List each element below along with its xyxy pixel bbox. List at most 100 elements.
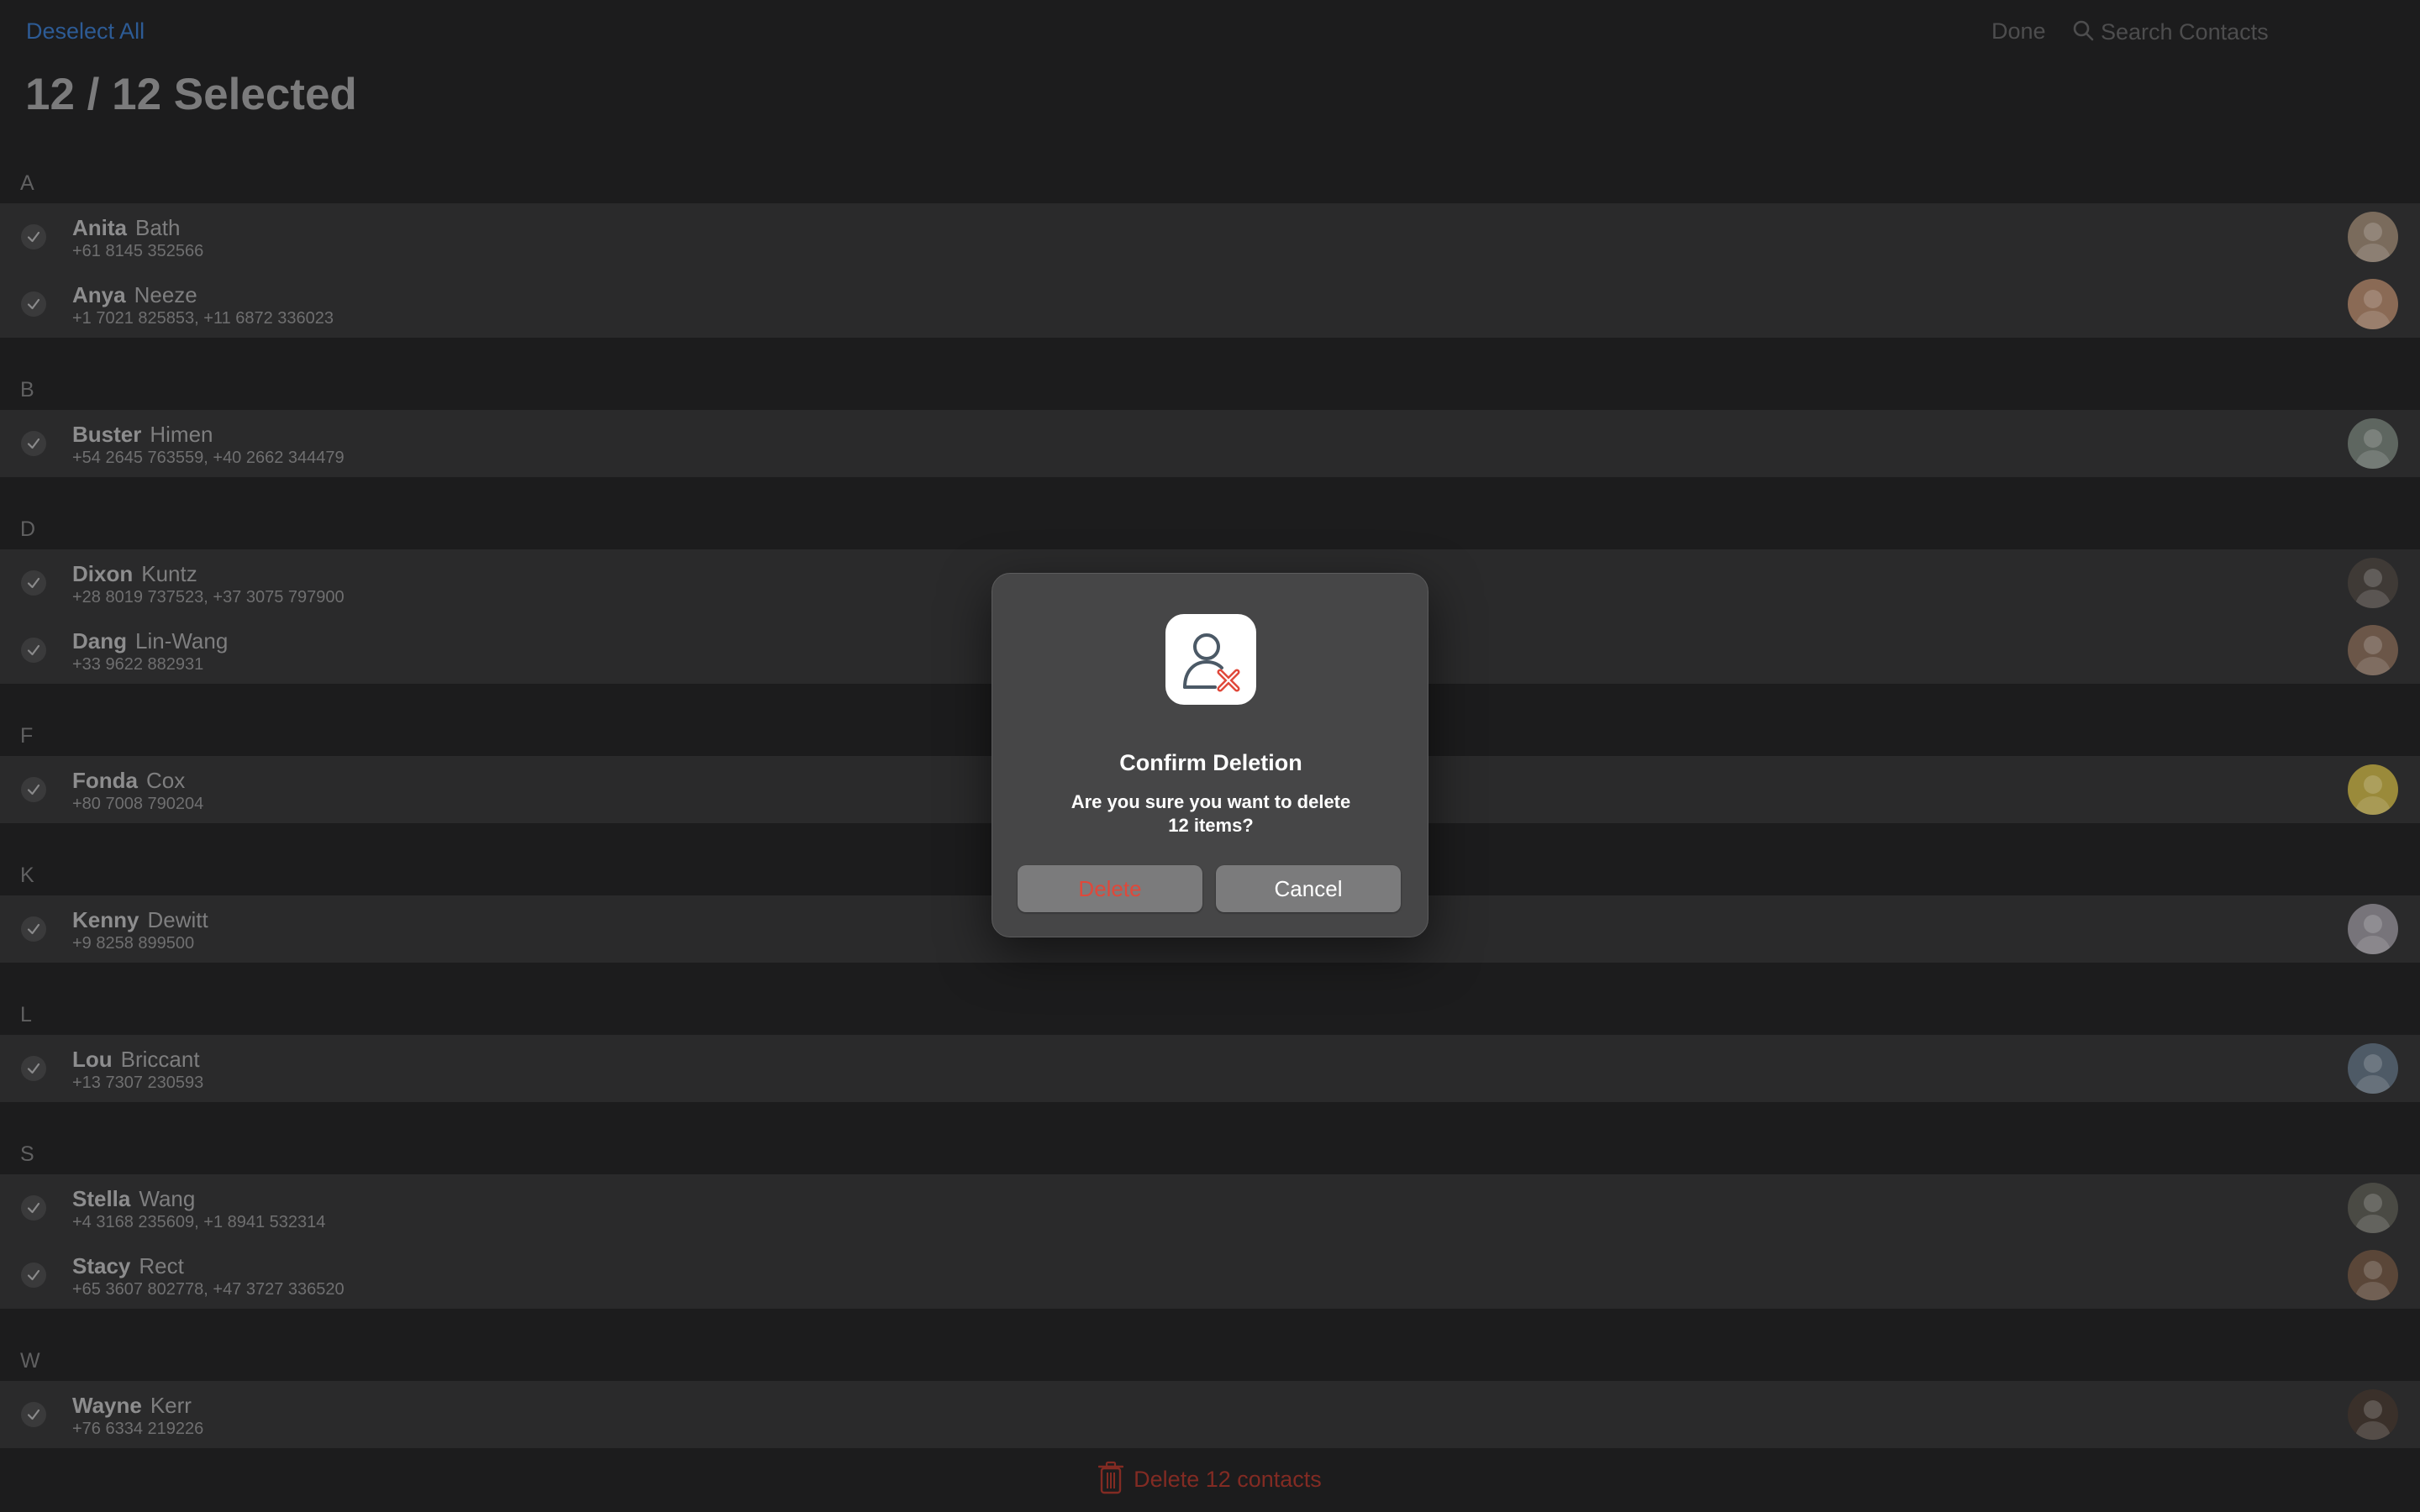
- contact-phones: +65 3607 802778, +47 3727 336520: [72, 1280, 345, 1299]
- contact-phones: +80 7008 790204: [72, 795, 204, 813]
- contact-phones: +9 8258 899500: [72, 934, 195, 953]
- contact-name: Fonda Cox: [72, 768, 185, 794]
- search-placeholder: Search Contacts: [2101, 18, 2269, 45]
- section-rows: Lou Briccant +13 7307 230593: [0, 1035, 2420, 1102]
- avatar: [2348, 625, 2398, 675]
- checkmark-icon[interactable]: [21, 570, 46, 596]
- contact-phones: +28 8019 737523, +37 3075 797900: [72, 588, 345, 606]
- contact-first-name: Anita: [72, 215, 127, 240]
- contact-first-name: Dang: [72, 628, 127, 654]
- contact-first-name: Wayne: [72, 1393, 142, 1418]
- avatar: [2348, 1183, 2398, 1233]
- contact-name: Dixon Kuntz: [72, 561, 197, 587]
- contact-first-name: Kenny: [72, 907, 139, 932]
- avatar: [2348, 558, 2398, 608]
- contact-phones: +33 9622 882931: [72, 655, 204, 674]
- section-rows: Stella Wang +4 3168 235609, +1 8941 532314…: [0, 1174, 2420, 1309]
- contact-name: Dang Lin-Wang: [72, 628, 228, 654]
- contact-row[interactable]: Stacy Rect +65 3607 802778, +47 3727 33652…: [0, 1242, 2420, 1309]
- contact-row[interactable]: Stella Wang +4 3168 235609, +1 8941 532314: [0, 1174, 2420, 1242]
- dialog-delete-button[interactable]: Delete: [1018, 865, 1202, 912]
- contact-last-name: Cox: [146, 768, 186, 793]
- contact-row[interactable]: Wayne Kerr +76 6334 219226: [0, 1381, 2420, 1448]
- checkmark-icon[interactable]: [21, 1263, 46, 1288]
- section-rows: Wayne Kerr +76 6334 219226: [0, 1381, 2420, 1448]
- section-header: B: [20, 378, 34, 402]
- contact-last-name: Neeze: [134, 282, 197, 307]
- trash-icon: [1097, 1461, 1124, 1499]
- checkmark-icon[interactable]: [21, 638, 46, 663]
- contact-phones: +61 8145 352566: [72, 242, 204, 260]
- contact-phones: +54 2645 763559, +40 2662 344479: [72, 449, 345, 467]
- contact-phones: +1 7021 825853, +11 6872 336023: [72, 309, 334, 328]
- search-field[interactable]: Search Contacts: [2072, 15, 2269, 49]
- page-title: 12 / 12 Selected: [25, 70, 357, 119]
- section-rows: Buster Himen +54 2645 763559, +40 2662 344…: [0, 410, 2420, 477]
- contact-last-name: Wang: [139, 1186, 196, 1211]
- contact-row[interactable]: Lou Briccant +13 7307 230593: [0, 1035, 2420, 1102]
- section-header: D: [20, 517, 36, 541]
- contact-phones: +4 3168 235609, +1 8941 532314: [72, 1213, 326, 1231]
- checkmark-icon[interactable]: [21, 777, 46, 802]
- contact-last-name: Rect: [139, 1253, 184, 1278]
- contact-row[interactable]: Buster Himen +54 2645 763559, +40 2662 344…: [0, 410, 2420, 477]
- checkmark-icon[interactable]: [21, 431, 46, 456]
- contact-last-name: Kerr: [150, 1393, 192, 1418]
- delete-contacts-label: Delete 12 contacts: [1134, 1466, 1322, 1492]
- contact-last-name: Dewitt: [147, 907, 208, 932]
- contact-name: Lou Briccant: [72, 1047, 200, 1073]
- top-toolbar: Deselect All Done Search Contacts: [0, 0, 2420, 64]
- section-header: A: [20, 171, 34, 195]
- section-rows: Anita Bath +61 8145 352566 Anya Neeze +1 7021…: [0, 203, 2420, 338]
- contact-first-name: Stacy: [72, 1253, 131, 1278]
- contact-name: Kenny Dewitt: [72, 907, 208, 933]
- checkmark-icon[interactable]: [21, 224, 46, 249]
- contact-first-name: Fonda: [72, 768, 138, 793]
- avatar: [2348, 279, 2398, 329]
- avatar: [2348, 1389, 2398, 1440]
- contact-first-name: Dixon: [72, 561, 134, 586]
- avatar: [2348, 1043, 2398, 1094]
- section-header: L: [20, 1003, 32, 1026]
- contact-name: Wayne Kerr: [72, 1393, 192, 1419]
- avatar: [2348, 1250, 2398, 1300]
- avatar: [2348, 212, 2398, 262]
- section-header: S: [20, 1142, 34, 1166]
- contact-name: Anya Neeze: [72, 282, 197, 308]
- contact-first-name: Stella: [72, 1186, 131, 1211]
- section-header: W: [20, 1349, 40, 1373]
- done-button[interactable]: Done: [1991, 18, 2046, 45]
- checkmark-icon[interactable]: [21, 1195, 46, 1221]
- contact-last-name: Kuntz: [141, 561, 197, 586]
- remove-contact-icon: [1165, 614, 1256, 705]
- checkmark-icon[interactable]: [21, 291, 46, 317]
- delete-contacts-button[interactable]: Delete 12 contacts: [0, 1446, 2420, 1512]
- contact-last-name: Lin-Wang: [135, 628, 229, 654]
- avatar: [2348, 764, 2398, 815]
- checkmark-icon[interactable]: [21, 1056, 46, 1081]
- contact-phones: +76 6334 219226: [72, 1420, 204, 1438]
- contact-last-name: Briccant: [120, 1047, 200, 1072]
- checkmark-icon[interactable]: [21, 1402, 46, 1427]
- search-icon: [2072, 19, 2094, 45]
- avatar: [2348, 418, 2398, 469]
- contact-name: Stella Wang: [72, 1186, 195, 1212]
- confirm-deletion-dialog: Confirm Deletion Are you sure you want t…: [992, 573, 1428, 937]
- deselect-all-button[interactable]: Deselect All: [26, 18, 145, 45]
- contact-phones: +13 7307 230593: [72, 1074, 204, 1092]
- contact-name: Buster Himen: [72, 422, 213, 448]
- contact-last-name: Bath: [135, 215, 181, 240]
- dialog-cancel-button[interactable]: Cancel: [1216, 865, 1401, 912]
- contact-first-name: Lou: [72, 1047, 113, 1072]
- contact-row[interactable]: Anya Neeze +1 7021 825853, +11 6872 336023: [0, 270, 2420, 338]
- checkmark-icon[interactable]: [21, 916, 46, 942]
- contact-row[interactable]: Anita Bath +61 8145 352566: [0, 203, 2420, 270]
- contact-first-name: Buster: [72, 422, 142, 447]
- contact-name: Anita Bath: [72, 215, 181, 241]
- contact-first-name: Anya: [72, 282, 126, 307]
